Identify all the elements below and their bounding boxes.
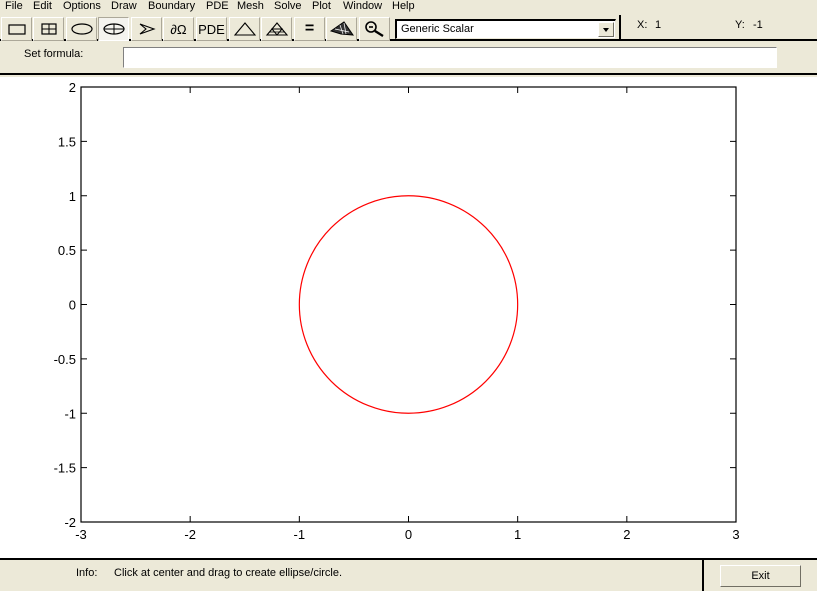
plot-solution-button[interactable] [326, 17, 357, 41]
boundary-mode-button[interactable]: ∂Ω [163, 17, 194, 41]
draw-ellipse-button[interactable] [66, 17, 97, 41]
formula-row: Set formula: [0, 43, 817, 75]
draw-ellipse-centered-button[interactable] [98, 17, 129, 41]
y-coord-value: -1 [753, 19, 763, 31]
solve-icon: = [304, 20, 315, 37]
rectangle-square-icon [7, 24, 26, 35]
menu-window[interactable]: Window [343, 0, 382, 13]
refine-mesh-button[interactable] [261, 17, 292, 41]
x-tick-label: 1 [514, 527, 521, 542]
solve-pde-button[interactable]: = [294, 17, 325, 41]
info-text: Click at center and drag to create ellip… [114, 567, 343, 579]
x-coord-value: 1 [655, 19, 662, 31]
y-tick-label: 0.5 [58, 243, 76, 258]
status-divider [702, 560, 704, 591]
x-tick-label: 3 [732, 527, 739, 542]
menu-edit[interactable]: Edit [33, 0, 52, 13]
x-coord-label: X: [637, 19, 648, 31]
set-formula-input[interactable] [123, 47, 777, 68]
y-tick-label: -0.5 [54, 352, 76, 367]
menu-bar: File Edit Options Draw Boundary PDE Mesh… [0, 0, 817, 14]
zoom-button[interactable] [359, 17, 390, 41]
y-tick-label: -1.5 [54, 461, 76, 476]
menu-boundary[interactable]: Boundary [148, 0, 195, 13]
zoom-icon [364, 21, 384, 37]
y-tick-label: 1.5 [58, 134, 76, 149]
exit-button[interactable]: Exit [720, 565, 801, 587]
plot-icon [329, 21, 354, 36]
boundary-icon: ∂Ω [170, 21, 187, 37]
x-tick-label: -2 [184, 527, 196, 542]
axes-box [80, 86, 737, 523]
ellipse-center-icon [102, 23, 125, 35]
refine-mesh-icon [265, 22, 288, 36]
draw-rectangle-button[interactable] [1, 17, 32, 41]
ellipse-icon [70, 23, 93, 35]
toolbar: ∂Ω PDE = Generic Scalar X: 1 Y: -1 [0, 15, 817, 41]
y-tick-label: -2 [64, 515, 76, 530]
menu-help[interactable]: Help [392, 0, 415, 13]
pde-icon: PDE [198, 21, 225, 37]
menu-pde[interactable]: PDE [206, 0, 229, 13]
menu-options[interactable]: Options [63, 0, 101, 13]
x-tick-label: -3 [75, 527, 87, 542]
y-tick-label: 2 [69, 80, 76, 95]
x-tick-label: 0 [405, 527, 412, 542]
rectangle-center-icon [40, 23, 57, 35]
menu-plot[interactable]: Plot [312, 0, 331, 13]
y-tick-label: -1 [64, 406, 76, 421]
pde-spec-button[interactable]: PDE [196, 17, 227, 41]
application-mode-value: Generic Scalar [401, 23, 474, 35]
y-coord-label: Y: [735, 19, 745, 31]
pointer-coordinates: X: 1 Y: -1 [619, 15, 817, 41]
draw-polygon-button[interactable] [131, 17, 162, 41]
draw-rectangle-centered-button[interactable] [33, 17, 64, 41]
application-mode-select[interactable]: Generic Scalar [395, 19, 616, 39]
x-tick-label: 2 [623, 527, 630, 542]
mesh-triangle-icon [233, 22, 256, 36]
geometry-axes[interactable]: -3 -2 -1 0 1 2 3-2-1.5-1-0.500.511.52 [0, 77, 817, 558]
status-bar: Info: Click at center and drag to create… [0, 558, 817, 591]
menu-solve[interactable]: Solve [274, 0, 302, 13]
set-formula-label: Set formula: [24, 48, 84, 60]
menu-file[interactable]: File [5, 0, 23, 13]
info-label: Info: [76, 567, 98, 579]
x-tick-label: -1 [294, 527, 306, 542]
chevron-down-icon[interactable] [598, 22, 614, 37]
y-tick-label: 1 [69, 189, 76, 204]
y-tick-label: 0 [69, 298, 76, 313]
menu-draw[interactable]: Draw [111, 0, 137, 13]
plot-area[interactable]: -3 -2 -1 0 1 2 3 -2 -1.5 -1 -0.5 0 0.5 1 1.5 2 [0, 77, 817, 558]
menu-mesh[interactable]: Mesh [237, 0, 264, 13]
polygon-icon [139, 23, 156, 35]
pde-toolbox-window: File Edit Options Draw Boundary PDE Mesh… [0, 0, 817, 591]
init-mesh-button[interactable] [229, 17, 260, 41]
